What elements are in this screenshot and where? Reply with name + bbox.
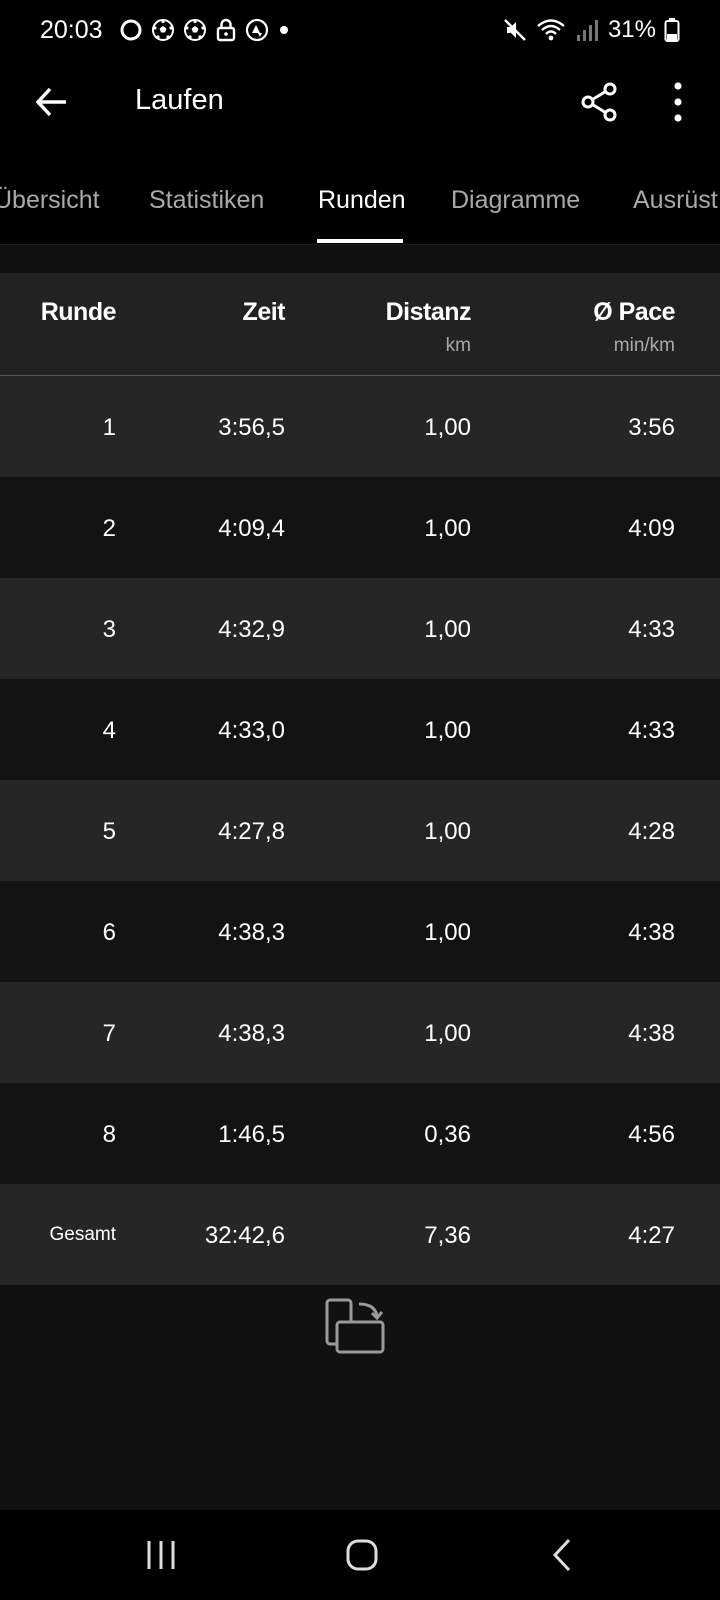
table-row: 1 3:56,5 1,00 3:56	[0, 376, 720, 477]
header-lap: Runde	[40, 298, 117, 326]
screen-rotate-icon	[325, 1298, 385, 1354]
lap-pace: 4:28	[628, 818, 675, 845]
tab-uebersicht[interactable]: Übersicht	[0, 186, 100, 215]
battery-icon	[664, 18, 680, 42]
signal-icon	[576, 20, 598, 41]
lap-time: 4:09,4	[218, 515, 285, 542]
header-pace-unit: min/km	[613, 335, 675, 356]
header-distance: Distanz	[385, 298, 472, 326]
lap-pace: 4:38	[628, 1020, 675, 1047]
header-time: Zeit	[242, 298, 286, 326]
tab-ausruestung[interactable]: Ausrüst	[633, 186, 718, 215]
mute-icon	[504, 19, 526, 41]
lap-time: 4:38,3	[218, 919, 285, 946]
lap-pace: 4:09	[628, 515, 675, 542]
recents-icon	[147, 1541, 175, 1569]
arrow-left-icon	[35, 87, 66, 117]
lap-distance: 1,00	[424, 616, 471, 643]
header-distance-unit: km	[445, 335, 471, 356]
lap-number: 1	[102, 414, 116, 441]
rotate-screen-button[interactable]	[325, 1298, 391, 1358]
lap-time: 4:27,8	[218, 818, 285, 845]
lap-pace: 3:56	[628, 414, 675, 441]
nav-back-button[interactable]	[533, 1532, 593, 1578]
lap-distance: 1,00	[424, 919, 471, 946]
table-row: 3 4:32,9 1,00 4:33	[0, 578, 720, 679]
lap-number: 2	[102, 515, 116, 542]
home-button[interactable]	[332, 1532, 392, 1578]
lap-distance: 1,00	[424, 515, 471, 542]
share-button[interactable]	[578, 80, 622, 124]
lap-time: 4:32,9	[218, 616, 285, 643]
status-bar: 20:03 31%	[0, 0, 720, 60]
lap-number: 3	[102, 616, 116, 643]
lock-icon	[216, 18, 235, 42]
home-icon	[346, 1539, 378, 1571]
share-icon	[581, 82, 617, 122]
lap-pace: 4:38	[628, 919, 675, 946]
strava-icon	[245, 18, 268, 42]
status-bar-right: 31%	[502, 16, 680, 44]
table-row: 2 4:09,4 1,00 4:09	[0, 477, 720, 578]
tab-statistiken[interactable]: Statistiken	[149, 186, 264, 215]
total-label: Gesamt	[49, 1224, 116, 1245]
lap-distance: 1,00	[424, 717, 471, 744]
status-time: 20:03	[40, 15, 103, 44]
total-time: 32:42,6	[204, 1222, 285, 1249]
navigation-bar	[0, 1510, 720, 1600]
battery-percentage: 31%	[607, 16, 656, 43]
more-options-button[interactable]	[660, 80, 696, 124]
back-button[interactable]	[30, 80, 74, 124]
lap-pace: 4:33	[628, 616, 675, 643]
lap-time: 1:46,5	[218, 1121, 285, 1148]
table-header: Runde Zeit Distanz km Ø Pace min/km	[0, 273, 720, 376]
lap-distance: 0,36	[424, 1121, 471, 1148]
lap-number: 6	[102, 919, 116, 946]
header-pace: Ø Pace	[593, 298, 675, 326]
lap-number: 7	[102, 1020, 116, 1047]
dot-icon	[279, 26, 288, 34]
recents-button[interactable]	[131, 1532, 191, 1578]
ring-icon	[120, 19, 142, 41]
wifi-icon	[537, 19, 565, 41]
lap-number: 4	[102, 717, 116, 744]
page-title: Laufen	[135, 84, 224, 116]
lap-time: 4:33,0	[218, 717, 285, 744]
table-row: 5 4:27,8 1,00 4:28	[0, 780, 720, 881]
lap-time: 3:56,5	[218, 414, 285, 441]
lap-pace: 4:56	[628, 1121, 675, 1148]
status-bar-left: 20:03	[40, 16, 291, 45]
notification-icons	[119, 18, 291, 42]
total-pace: 4:27	[628, 1222, 675, 1249]
table-row: 6 4:38,3 1,00 4:38	[0, 881, 720, 982]
table-row: 4 4:33,0 1,00 4:33	[0, 679, 720, 780]
total-row: Gesamt 32:42,6 7,36 4:27	[0, 1184, 720, 1285]
total-distance: 7,36	[424, 1222, 471, 1249]
tab-runden[interactable]: Runden	[318, 186, 406, 215]
app-bar: Laufen	[0, 60, 720, 144]
table-row: 7 4:38,3 1,00 4:38	[0, 982, 720, 1083]
tab-diagramme[interactable]: Diagramme	[451, 186, 580, 215]
active-tab-indicator	[317, 239, 403, 243]
tab-bar: Übersicht Statistiken Runden Diagramme A…	[0, 144, 720, 245]
lap-distance: 1,00	[424, 1020, 471, 1047]
lap-number: 8	[102, 1121, 116, 1148]
nav-back-icon	[552, 1538, 571, 1572]
soccer-ball-icon	[151, 19, 174, 41]
soccer-ball-icon	[183, 19, 206, 41]
table-row: 8 1:46,5 0,36 4:56	[0, 1083, 720, 1184]
lap-distance: 1,00	[424, 414, 471, 441]
laps-table: Runde Zeit Distanz km Ø Pace min/km 1 3:…	[0, 273, 720, 1285]
lap-number: 5	[102, 818, 116, 845]
more-vertical-icon	[674, 82, 682, 122]
lap-time: 4:38,3	[218, 1020, 285, 1047]
lap-distance: 1,00	[424, 818, 471, 845]
lap-pace: 4:33	[628, 717, 675, 744]
